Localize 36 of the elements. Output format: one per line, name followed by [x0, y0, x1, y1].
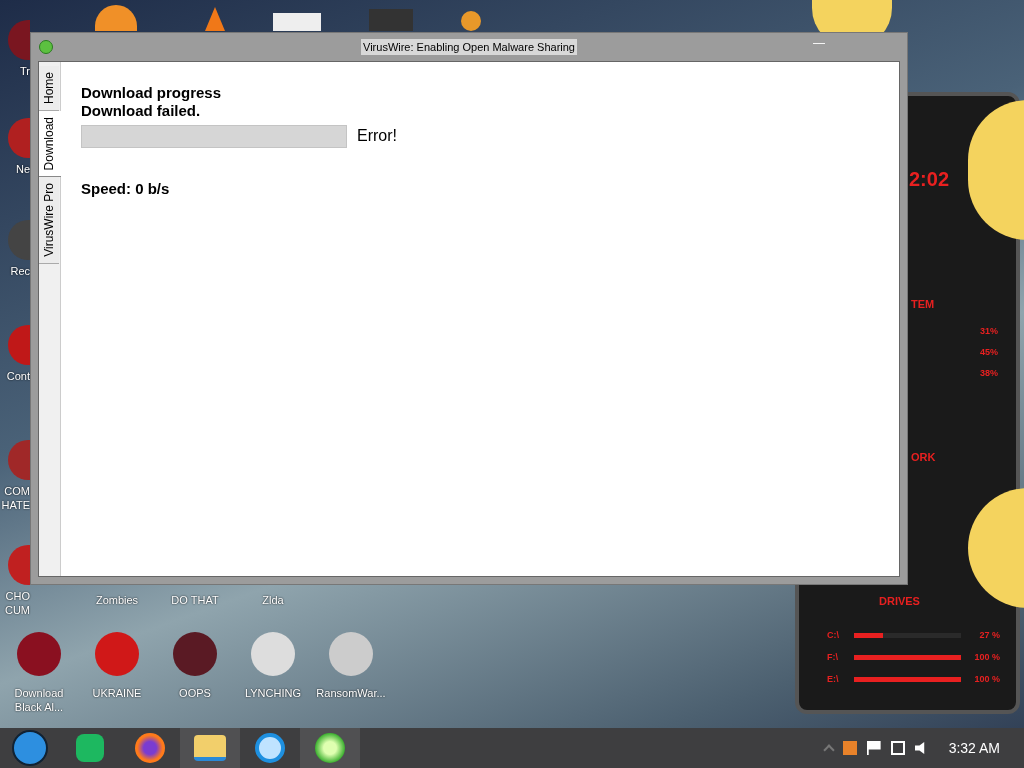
widget-heading: TEM — [911, 297, 935, 312]
window-title: VirusWire: Enabling Open Malware Sharing — [361, 38, 577, 56]
vertical-tab[interactable]: VirusWire Pro — [39, 177, 59, 265]
icon-label: UKRAINE — [92, 686, 142, 700]
drive-reading: 100 % — [973, 651, 1000, 664]
widget-stat: 45% — [980, 346, 998, 359]
section-heading: Download progress — [81, 84, 223, 102]
vertical-tab[interactable]: Home — [39, 66, 59, 111]
icon-label: Ne — [15, 162, 30, 176]
drive-reading: 27 % — [978, 629, 1000, 642]
widget-stat: 31% — [980, 325, 998, 338]
icon-label: DO THAT — [171, 593, 219, 607]
icon-label: Zlda — [262, 593, 284, 607]
widget-stat: 38% — [980, 367, 998, 380]
progress-text: Error! — [357, 126, 397, 146]
status-text: Download failed. — [81, 102, 202, 120]
icon-label: Cont — [6, 369, 30, 383]
vertical-tab[interactable]: Download — [39, 111, 61, 178]
widget-heading: ORK — [911, 450, 936, 465]
icon-label: COM HATE — [1, 484, 30, 512]
icon-label: Zombies — [95, 593, 139, 607]
icon-label: CHO CUM — [4, 589, 30, 617]
drive-name: F:\ — [827, 651, 839, 664]
speed-text: Speed: 0 b/s — [81, 179, 171, 199]
widget-clock: 2:02 — [909, 167, 950, 192]
icon-label: LYNCHING — [245, 686, 301, 700]
taskbar-clock[interactable]: 3:32 AM — [948, 737, 1000, 759]
drive-reading: 100 % — [973, 673, 1000, 686]
icon-label: Rec — [10, 264, 30, 278]
icon-label: Download Black Al... — [14, 686, 64, 714]
drive-name: C:\ — [827, 629, 840, 642]
widget-heading: DRIVES — [879, 594, 920, 609]
icon-label: OOPS — [179, 686, 211, 700]
drive-name: E:\ — [827, 673, 840, 686]
icon-label: RansomWar... — [316, 686, 386, 700]
icon-label: Tr — [20, 64, 30, 78]
